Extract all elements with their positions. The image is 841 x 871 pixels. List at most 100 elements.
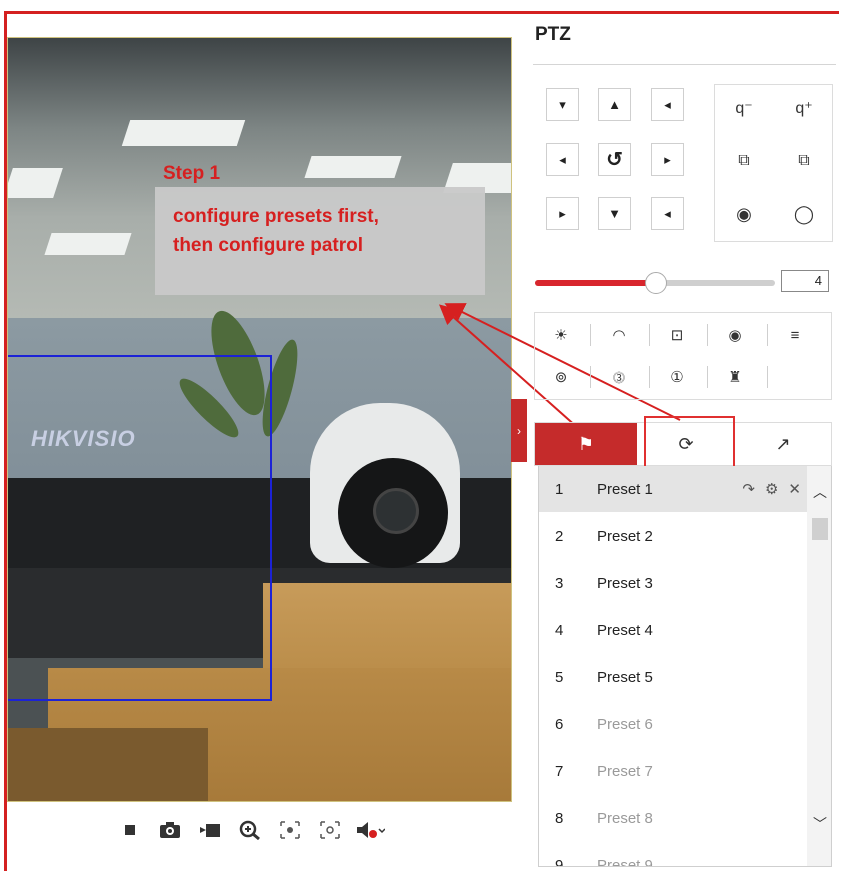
preset-number: 1 — [555, 480, 564, 498]
separator — [649, 366, 650, 388]
detection-box — [8, 355, 272, 701]
pan-up-right-button[interactable]: ◂ — [651, 88, 684, 121]
preset-row[interactable]: 1 Preset 1 ↷ ⚙ ✕ — [539, 466, 807, 512]
preset-number: 7 — [555, 762, 564, 780]
aux-focus-button[interactable]: ⊡ — [657, 317, 697, 353]
annotation-text: configure presets first, then configure … — [173, 202, 483, 260]
focus-near-icon: ⧉ — [738, 152, 750, 169]
separator — [649, 324, 650, 346]
preset-row[interactable]: 7 Preset 7 — [539, 748, 807, 794]
lens-init-button[interactable]: ◉ — [715, 317, 755, 353]
iris-open-button[interactable]: ◉ — [715, 191, 773, 237]
separator — [707, 366, 708, 388]
call-preset-icon[interactable]: ↷ — [742, 480, 755, 498]
pan-right-button[interactable]: ▸ — [651, 143, 684, 176]
preset-name: Preset 2 — [597, 527, 653, 545]
ptz-function-panel: ☀ ◠ ⊡ ◉ ≡ ⊚ ⓷ ① ♜ — [534, 312, 832, 400]
pan-down-left-button[interactable]: ▸ — [546, 197, 579, 230]
preset-row[interactable]: 9 Preset 9 — [539, 842, 807, 867]
stop-icon[interactable] — [110, 815, 150, 845]
collapse-panel-toggle[interactable]: › — [511, 399, 527, 462]
auto-pan-button[interactable]: ↺ — [598, 143, 631, 176]
tracking-icon: ⊚ — [554, 369, 568, 386]
close-icon[interactable]: ✕ — [788, 480, 801, 498]
camera-icon[interactable] — [150, 815, 190, 845]
live-video[interactable]: HIKVISIO — [7, 37, 512, 802]
flag-icon: ⚑ — [577, 433, 595, 454]
preset-number: 6 — [555, 715, 564, 733]
patrol-highlight — [644, 416, 735, 471]
audio-mute-icon[interactable] — [350, 815, 390, 845]
preset-number: 2 — [555, 527, 564, 545]
preset-row[interactable]: 8 Preset 8 — [539, 795, 807, 841]
one-touch-button[interactable]: ① — [657, 359, 697, 395]
preset-row[interactable]: 6 Preset 6 — [539, 701, 807, 747]
separator — [767, 366, 768, 388]
zoom-in-icon: q⁺ — [795, 100, 813, 117]
tab-preset[interactable]: ⚑ — [535, 423, 637, 465]
preset-number: 4 — [555, 621, 564, 639]
preset-actions: ↷ ⚙ ✕ — [742, 466, 801, 512]
menu-button[interactable]: ≡ — [775, 317, 815, 353]
park-button[interactable]: ♜ — [715, 359, 755, 395]
preset-number: 3 — [555, 574, 564, 592]
manual-tracking-button[interactable]: ⊚ — [541, 359, 581, 395]
ceiling-light — [304, 156, 402, 178]
focus-icon[interactable] — [310, 815, 350, 845]
preset-row[interactable]: 5 Preset 5 — [539, 654, 807, 700]
preset-row[interactable]: 2 Preset 2 — [539, 513, 807, 559]
lens-init-icon: ◉ — [728, 327, 742, 344]
cardboard-box — [8, 728, 208, 801]
light-button[interactable]: ☀ — [541, 317, 581, 353]
digital-zoom-icon[interactable] — [270, 815, 310, 845]
aux-focus-icon: ⊡ — [670, 327, 684, 344]
light-icon: ☀ — [554, 327, 568, 344]
chevron-right-icon: › — [517, 423, 521, 438]
wiper-button[interactable]: ◠ — [599, 317, 639, 353]
preset-number: 5 — [555, 668, 564, 686]
speed-value[interactable]: 4 — [781, 270, 829, 292]
scrollbar-thumb[interactable] — [812, 518, 828, 540]
park-icon: ♜ — [728, 369, 742, 386]
preset-name: Preset 7 — [597, 762, 653, 780]
preset-list: 1 Preset 1 ↷ ⚙ ✕ 2 Preset 2 3 Preset 3 4 Preset 4 5… — [538, 466, 832, 867]
separator — [767, 324, 768, 346]
arrow-down-right-icon: ◂ — [664, 205, 671, 221]
3d-zoom-button[interactable]: ⓷ — [599, 359, 639, 395]
zoom-in-icon[interactable] — [230, 815, 270, 845]
preset-name: Preset 4 — [597, 621, 653, 639]
menu-icon: ≡ — [790, 326, 800, 344]
pan-down-right-button[interactable]: ◂ — [651, 197, 684, 230]
pan-up-button[interactable]: ▲ — [598, 88, 631, 121]
camera-lens — [373, 488, 419, 534]
divider — [533, 64, 836, 65]
arrow-up-right-icon: ◂ — [664, 96, 671, 112]
wiper-icon: ◠ — [612, 327, 626, 344]
preset-row[interactable]: 4 Preset 4 — [539, 607, 807, 653]
speed-slider[interactable] — [535, 272, 775, 294]
one-touch-icon: ① — [670, 369, 684, 386]
preset-name: Preset 1 — [597, 480, 653, 498]
iris-close-button[interactable]: ◯ — [775, 191, 833, 237]
pan-down-button[interactable]: ▼ — [598, 197, 631, 230]
auto-pan-icon: ↺ — [606, 149, 623, 171]
focus-near-button[interactable]: ⧉ — [715, 138, 773, 184]
preset-name: Preset 9 — [597, 856, 653, 867]
preset-row[interactable]: 3 Preset 3 — [539, 560, 807, 606]
pan-left-button[interactable]: ◂ — [546, 143, 579, 176]
ceiling-light — [121, 120, 246, 146]
record-icon[interactable] — [190, 815, 230, 845]
video-toolbar — [110, 815, 510, 845]
zoom-in-button[interactable]: q⁺ — [775, 85, 833, 131]
scrollbar[interactable]: ︿ ﹀ — [807, 466, 831, 866]
settings-icon[interactable]: ⚙ — [765, 480, 778, 498]
scroll-up-icon[interactable]: ︿ — [811, 482, 829, 500]
tab-pattern[interactable]: ↗ — [735, 423, 831, 465]
focus-far-button[interactable]: ⧉ — [775, 138, 833, 184]
preset-name: Preset 6 — [597, 715, 653, 733]
pan-up-left-button[interactable]: ▾ — [546, 88, 579, 121]
zoom-out-button[interactable]: q⁻ — [715, 85, 773, 131]
scroll-down-icon[interactable]: ﹀ — [811, 814, 829, 832]
ceiling-light — [8, 168, 63, 198]
speed-slider-handle[interactable] — [645, 272, 667, 294]
